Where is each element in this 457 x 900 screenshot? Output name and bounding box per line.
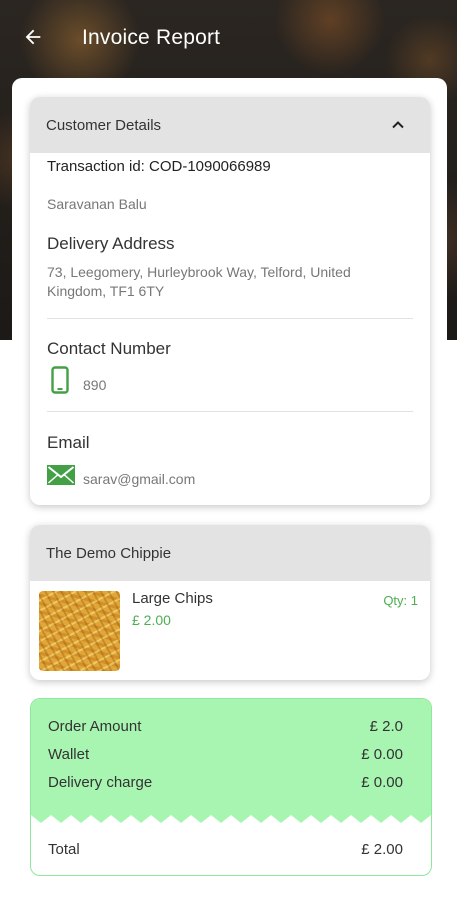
delivery-charge-value: £ 0.00 (361, 774, 403, 791)
order-summary-card: Order Amount £ 2.0 Wallet £ 0.00 Deliver… (30, 698, 432, 876)
page-title: Invoice Report (82, 26, 221, 49)
back-arrow-icon (25, 29, 41, 45)
email-label: Email (47, 433, 90, 452)
order-amount-value: £ 2.0 (369, 718, 403, 735)
contact-number-label: Contact Number (47, 339, 171, 358)
total-row: Total £ 2.00 (48, 841, 403, 858)
restaurant-name: The Demo Chippie (46, 544, 172, 562)
total-label: Total (48, 841, 80, 858)
item-quantity: Qty: 1 (383, 593, 418, 608)
wallet-label: Wallet (48, 746, 90, 763)
restaurant-header: The Demo Chippie (30, 525, 430, 581)
transaction-id: Transaction id: COD-1090066989 (47, 158, 271, 175)
item-image (39, 591, 120, 671)
mail-icon (47, 465, 75, 485)
back-button[interactable] (20, 24, 46, 50)
phone-icon (51, 366, 69, 394)
wallet-row: Wallet £ 0.00 (48, 746, 403, 763)
delivery-charge-row: Delivery charge £ 0.00 (48, 774, 403, 791)
delivery-charge-label: Delivery charge (48, 774, 153, 791)
email-value: sarav@gmail.com (83, 471, 196, 487)
chevron-up-icon[interactable] (388, 115, 408, 135)
customer-details-card: Customer Details Transaction id: COD-109… (30, 97, 430, 505)
zigzag-edge (31, 809, 431, 823)
customer-details-title: Customer Details (46, 116, 162, 134)
app-bar: Invoice Report (0, 0, 457, 76)
delivery-address-label: Delivery Address (47, 234, 175, 253)
contact-number-value: 890 (83, 377, 107, 393)
divider (47, 411, 413, 412)
divider (47, 318, 413, 319)
order-amount-row: Order Amount £ 2.0 (48, 718, 403, 735)
delivery-address-text: 73, Leegomery, Hurleybrook Way, Telford,… (47, 264, 351, 299)
item-price: £ 2.00 (132, 612, 171, 628)
customer-details-header[interactable]: Customer Details (30, 97, 430, 153)
item-name: Large Chips (132, 590, 213, 607)
order-amount-label: Order Amount (48, 718, 142, 735)
wallet-value: £ 0.00 (361, 746, 403, 763)
order-items-card: The Demo Chippie Large Chips £ 2.00 Qty:… (30, 525, 430, 680)
total-value: £ 2.00 (361, 841, 403, 858)
list-item[interactable]: Large Chips £ 2.00 Qty: 1 (30, 581, 430, 680)
customer-name: Saravanan Balu (47, 196, 147, 212)
